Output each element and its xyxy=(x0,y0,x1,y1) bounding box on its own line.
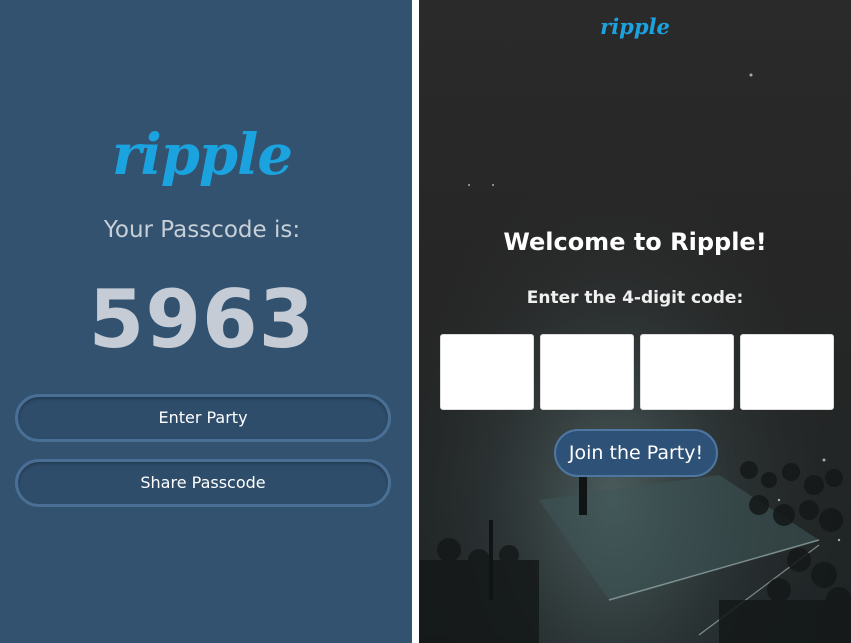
code-digit-input-2[interactable] xyxy=(540,334,634,410)
enter-party-button[interactable]: Enter Party xyxy=(15,394,391,442)
welcome-title: Welcome to Ripple! xyxy=(503,228,767,256)
join-party-button[interactable]: Join the Party! xyxy=(554,429,718,477)
passcode-value: 5963 xyxy=(88,273,316,366)
join-screen: ripple Welcome to Ripple! Enter the 4-di… xyxy=(419,0,851,643)
concert-background-image xyxy=(419,0,851,643)
share-passcode-button[interactable]: Share Passcode xyxy=(15,459,391,507)
code-digit-input-3[interactable] xyxy=(640,334,734,410)
ripple-logo-small: ripple xyxy=(600,14,670,39)
passcode-screen: ripple Your Passcode is: 5963 Enter Part… xyxy=(0,0,412,643)
code-digit-input-1[interactable] xyxy=(440,334,534,410)
code-prompt: Enter the 4-digit code: xyxy=(526,288,744,308)
app-stage: ripple Your Passcode is: 5963 Enter Part… xyxy=(0,0,851,643)
screen-divider xyxy=(412,0,419,643)
passcode-label: Your Passcode is: xyxy=(103,217,301,243)
code-digit-input-4[interactable] xyxy=(740,334,834,410)
ripple-logo: ripple xyxy=(112,122,293,188)
